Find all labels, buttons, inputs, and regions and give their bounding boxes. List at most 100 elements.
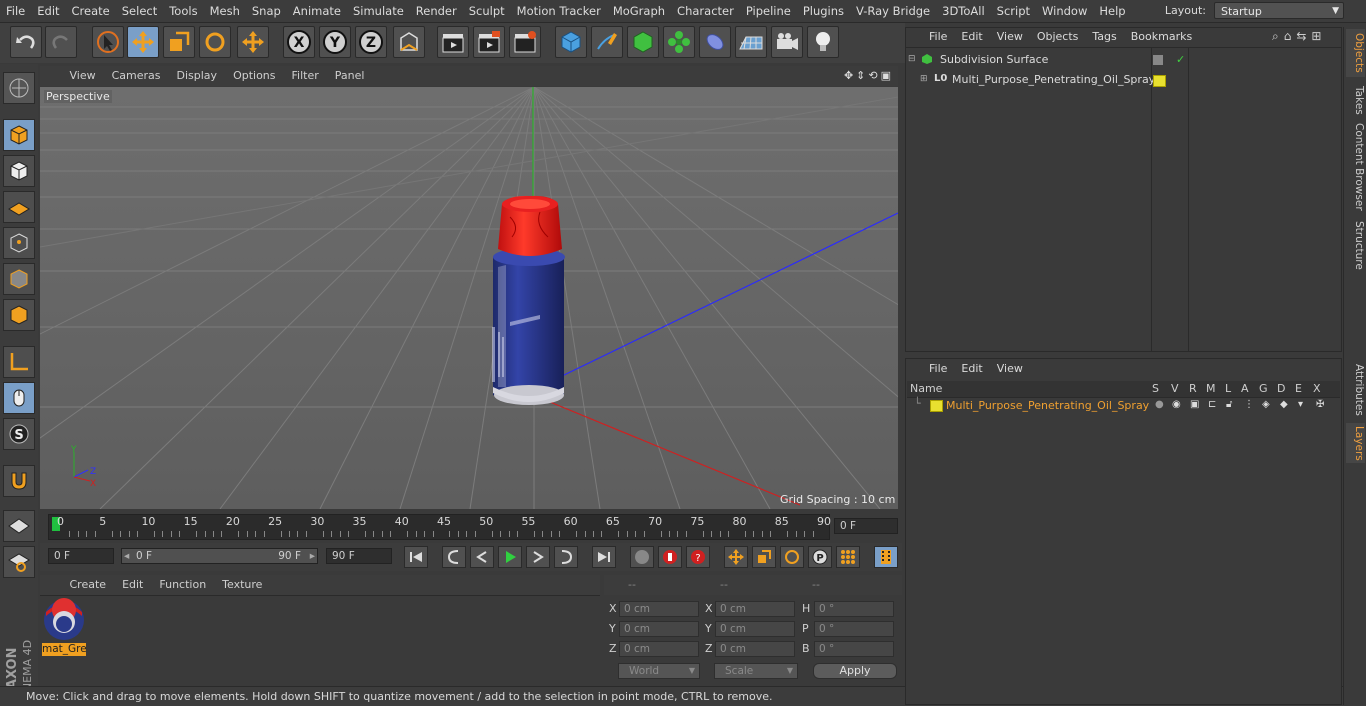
column-generators[interactable]: G (1259, 382, 1268, 395)
scale-dropdown[interactable]: Scale ▼ (714, 663, 798, 679)
column-xref[interactable]: X (1313, 382, 1321, 395)
layer-color-swatch[interactable] (930, 400, 943, 412)
move-tool-button[interactable] (127, 26, 159, 58)
tab-layers[interactable]: Layers (1346, 423, 1365, 463)
motion-record-button[interactable] (630, 546, 654, 568)
generator-icon[interactable]: ◈ (1262, 399, 1270, 410)
axis-mode-button[interactable] (3, 346, 35, 378)
menu-character[interactable]: Character (671, 0, 740, 22)
tab-takes[interactable]: Takes (1346, 82, 1365, 118)
column-render[interactable]: R (1189, 382, 1197, 395)
material-menu-texture[interactable]: Texture (214, 575, 270, 595)
expression-icon[interactable]: ▾ (1298, 399, 1303, 410)
coord-pos-z-field[interactable]: 0 cm (619, 641, 699, 657)
menu-sculpt[interactable]: Sculpt (463, 0, 511, 22)
layers-menu-view[interactable]: View (990, 359, 1030, 379)
key-pla-button[interactable] (836, 546, 860, 568)
column-view[interactable]: V (1171, 382, 1179, 395)
undo-button[interactable] (10, 26, 42, 58)
new-window-icon[interactable]: ⊞ (1311, 29, 1326, 43)
object-row-oil-spray[interactable]: ⊞ L0 Multi_Purpose_Penetrating_Oil_Spray (918, 73, 1158, 89)
layout-select[interactable]: Startup ▼ (1214, 2, 1344, 19)
next-frame-button[interactable] (526, 546, 550, 568)
objects-menu-bookmarks[interactable]: Bookmarks (1124, 27, 1199, 47)
camera-button[interactable] (771, 26, 803, 58)
tab-structure[interactable]: Structure (1346, 219, 1365, 271)
next-key-button[interactable] (554, 546, 578, 568)
arrow-icon[interactable]: ⇆ (1296, 29, 1311, 43)
record-active-objects-button[interactable] (658, 546, 682, 568)
workplane-lock-button[interactable] (3, 510, 35, 542)
menu-3dtoall[interactable]: 3DToAll (936, 0, 991, 22)
menu-create[interactable]: Create (66, 0, 116, 22)
frame-range-slider[interactable]: ◂ 0 F 90 F ▸ (121, 548, 318, 564)
layers-menu-file[interactable]: File (922, 359, 954, 379)
tab-content-browser[interactable]: Content Browser (1346, 122, 1365, 212)
column-animation[interactable]: A (1241, 382, 1249, 395)
menu-mesh[interactable]: Mesh (204, 0, 246, 22)
home-icon[interactable]: ⌂ (1284, 29, 1297, 43)
menu-script[interactable]: Script (991, 0, 1036, 22)
viewport-menu-display[interactable]: Display (169, 66, 226, 86)
polygon-mode-button[interactable] (3, 299, 35, 331)
deformer-icon[interactable]: ◆ (1280, 399, 1288, 410)
menu-plugins[interactable]: Plugins (797, 0, 850, 22)
objects-menu-file[interactable]: File (922, 27, 954, 47)
viewport-menu-filter[interactable]: Filter (284, 66, 327, 86)
timeline-button[interactable] (874, 546, 898, 568)
end-frame-field[interactable]: 90 F (326, 548, 392, 564)
viewport-nav-icons[interactable]: ✥⇕⟲▣ (844, 66, 894, 86)
collapse-icon[interactable]: ⊟ (908, 54, 916, 64)
menu-motion-tracker[interactable]: Motion Tracker (511, 0, 607, 22)
manager-icon[interactable]: ⊏ (1208, 399, 1216, 410)
light-button[interactable] (807, 26, 839, 58)
redo-button[interactable] (45, 26, 77, 58)
column-solo[interactable]: S (1152, 382, 1159, 395)
solo-toggle-icon[interactable]: ● (1155, 399, 1164, 410)
viewport-menu-options[interactable]: Options (225, 66, 283, 86)
layer-color-swatch[interactable] (1153, 75, 1166, 87)
subdivision-visibility-toggle[interactable] (1153, 55, 1163, 65)
coord-size-y-field[interactable]: 0 cm (715, 621, 795, 637)
menu-tools[interactable]: Tools (163, 0, 203, 22)
go-to-end-button[interactable] (592, 546, 616, 568)
current-frame-field[interactable]: 0 F (834, 518, 898, 534)
play-button[interactable] (498, 546, 522, 568)
coord-rot-p-field[interactable]: 0 ° (814, 621, 894, 637)
key-parameter-button[interactable]: P (808, 546, 832, 568)
layer-row[interactable]: └ Multi_Purpose_Penetrating_Oil_Spray ● … (910, 397, 1340, 414)
column-expressions[interactable]: E (1295, 382, 1302, 395)
material-menu-function[interactable]: Function (151, 575, 214, 595)
objects-menu-view[interactable]: View (990, 27, 1030, 47)
key-position-button[interactable] (724, 546, 748, 568)
objects-menu-objects[interactable]: Objects (1030, 27, 1086, 47)
menu-help[interactable]: Help (1093, 0, 1131, 22)
menu-simulate[interactable]: Simulate (347, 0, 410, 22)
material-thumbnail[interactable]: mat_Gre (42, 598, 87, 656)
solo-button[interactable]: S (3, 418, 35, 450)
array-mograph-button[interactable] (663, 26, 695, 58)
material-menu-create[interactable]: Create (62, 575, 115, 595)
go-to-start-button[interactable] (404, 546, 428, 568)
xref-icon[interactable]: ✠ (1316, 399, 1324, 410)
floor-button[interactable] (735, 26, 767, 58)
tab-attributes[interactable]: Attributes (1346, 362, 1365, 418)
previous-key-button[interactable] (442, 546, 466, 568)
viewport-menu-cameras[interactable]: Cameras (104, 66, 169, 86)
cube-object-button[interactable] (555, 26, 587, 58)
perspective-viewport[interactable]: Y Z X (40, 87, 898, 509)
scale-tool-button[interactable] (163, 26, 195, 58)
render-icon[interactable]: ▣ (1190, 399, 1199, 410)
coord-rot-h-field[interactable]: 0 ° (814, 601, 894, 617)
menu-pipeline[interactable]: Pipeline (740, 0, 797, 22)
menu-file[interactable]: File (0, 0, 31, 22)
viewport-menu-view[interactable]: View (62, 66, 104, 86)
expand-icon[interactable]: ⊞ (920, 74, 928, 84)
previous-frame-button[interactable] (470, 546, 494, 568)
model-mode-button[interactable] (3, 119, 35, 151)
coord-pos-y-field[interactable]: 0 cm (619, 621, 699, 637)
column-manager[interactable]: M (1206, 382, 1216, 395)
render-view-button[interactable] (437, 26, 469, 58)
menu-snap[interactable]: Snap (246, 0, 287, 22)
planar-workplane-button[interactable] (3, 546, 35, 578)
